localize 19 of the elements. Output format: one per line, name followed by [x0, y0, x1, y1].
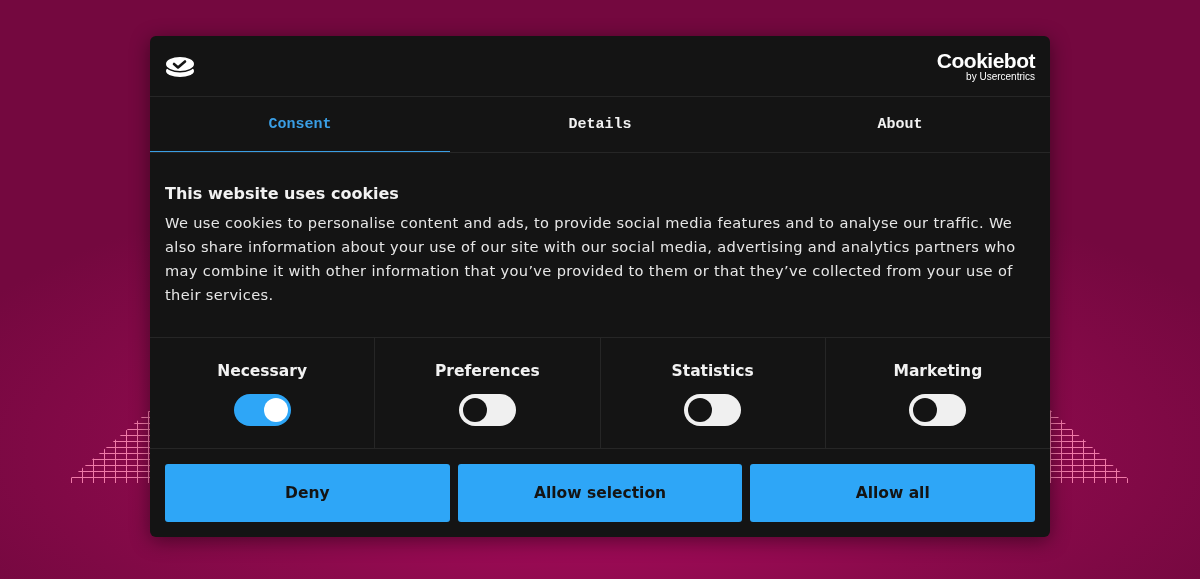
toggle-switch[interactable] [909, 394, 967, 426]
tab[interactable]: About [750, 97, 1050, 152]
category-label: Necessary [217, 362, 308, 380]
consent-text: We use cookies to personalise content and ads, to provide social media features and to analyse our traffic. We also share information about your use of our site with our social media, advertising and analytics partners who may combine it with other information that you’ve provided to them or that they’ve collected from your use of their services. [165, 213, 1017, 305]
consent-heading: This website uses cookies [165, 184, 400, 203]
brand-tagline: by Usercentrics [966, 72, 1035, 82]
category-label: Preferences [434, 362, 540, 380]
toggle-switch[interactable] [458, 394, 516, 426]
consent-button[interactable]: Allow selection [457, 464, 743, 522]
category-label: Statistics [671, 362, 754, 380]
consent-button[interactable]: Allow all [750, 464, 1035, 522]
brand-logo: Cookiebot [936, 50, 1035, 71]
category-label: Marketing [893, 362, 983, 380]
coins-check-icon [165, 54, 195, 78]
consent-button[interactable]: Deny [165, 464, 450, 522]
toggle-switch[interactable] [233, 394, 291, 426]
tab[interactable]: Details [450, 97, 750, 152]
tab[interactable]: Consent [150, 97, 450, 152]
toggle-switch[interactable] [684, 394, 742, 426]
